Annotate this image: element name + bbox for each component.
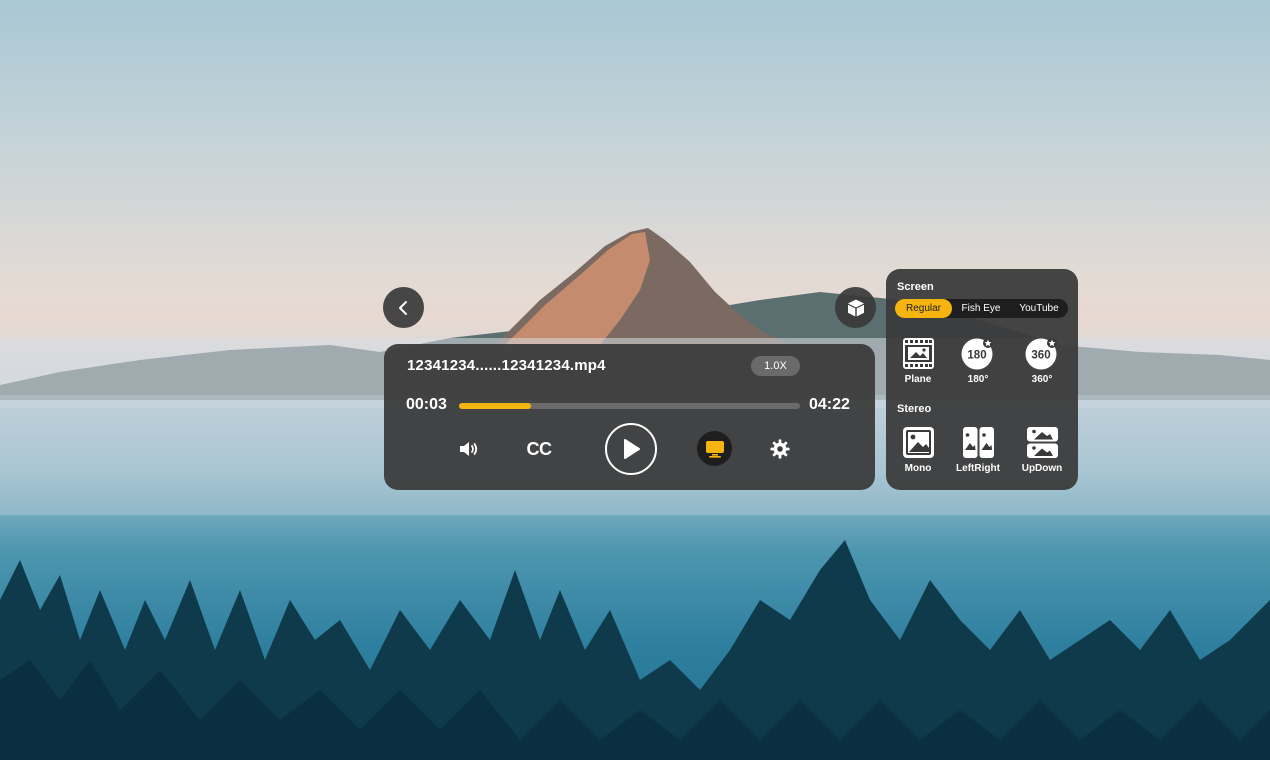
chevron-left-icon (398, 300, 407, 315)
tab-fish-eye[interactable]: Fish Eye (952, 299, 1010, 318)
screen-option-plane[interactable]: Plane (893, 337, 943, 385)
tab-regular[interactable]: Regular (895, 299, 952, 318)
stereo-option-label: Mono (904, 463, 932, 474)
cube-icon (847, 299, 864, 316)
monitor-icon (705, 440, 724, 458)
playback-speed-button[interactable]: 1.0X (751, 356, 800, 376)
180-badge-text: 180 (967, 350, 986, 362)
file-name: 12341234......12341234.mp4 (407, 357, 606, 374)
screen-option-label: Plane (904, 374, 932, 385)
tab-youtube[interactable]: YouTube (1010, 299, 1068, 318)
360-badge-text: 360 (1031, 350, 1050, 362)
progress-fill (459, 403, 531, 409)
screen-option-label: 180° (967, 374, 989, 385)
split-up-down-icon (1026, 427, 1058, 458)
gear-icon (770, 439, 790, 459)
current-time: 00:03 (406, 396, 447, 413)
speaker-icon (460, 442, 478, 456)
split-left-right-icon (962, 427, 994, 458)
stereo-section-title: Stereo (897, 403, 932, 415)
player-controls-panel: 12341234......12341234.mp4 1.0X 00:03 04… (384, 344, 875, 490)
film-icon (902, 338, 934, 369)
subtitles-button[interactable]: CC (524, 436, 554, 462)
stereo-option-mono[interactable]: Mono (893, 426, 943, 474)
play-button[interactable] (605, 423, 657, 475)
progress-bar[interactable] (459, 403, 800, 409)
180-icon: 180 (961, 338, 993, 370)
volume-button[interactable] (456, 436, 482, 462)
play-icon (624, 439, 640, 459)
screen-settings-panel: Screen Regular Fish Eye YouTube Plane 18… (886, 269, 1078, 490)
stereo-option-leftright[interactable]: LeftRight (953, 426, 1003, 474)
screen-section-title: Screen (897, 281, 934, 293)
image-icon (902, 427, 934, 458)
screen-option-label: 360° (1031, 374, 1053, 385)
stereo-option-label: UpDown (1021, 463, 1063, 474)
360-icon: 360 (1025, 338, 1057, 370)
stereo-option-label: LeftRight (956, 463, 1000, 474)
screen-type-tabs: Regular Fish Eye YouTube (895, 299, 1068, 318)
screen-option-360[interactable]: 360 360° (1017, 337, 1067, 385)
back-button[interactable] (383, 287, 424, 328)
screen-option-180[interactable]: 180 180° (953, 337, 1003, 385)
settings-button[interactable] (767, 436, 793, 462)
duration: 04:22 (809, 396, 850, 413)
stereo-option-updown[interactable]: UpDown (1017, 426, 1067, 474)
screen-mode-button[interactable] (697, 431, 732, 466)
vr-mode-button[interactable] (835, 287, 876, 328)
